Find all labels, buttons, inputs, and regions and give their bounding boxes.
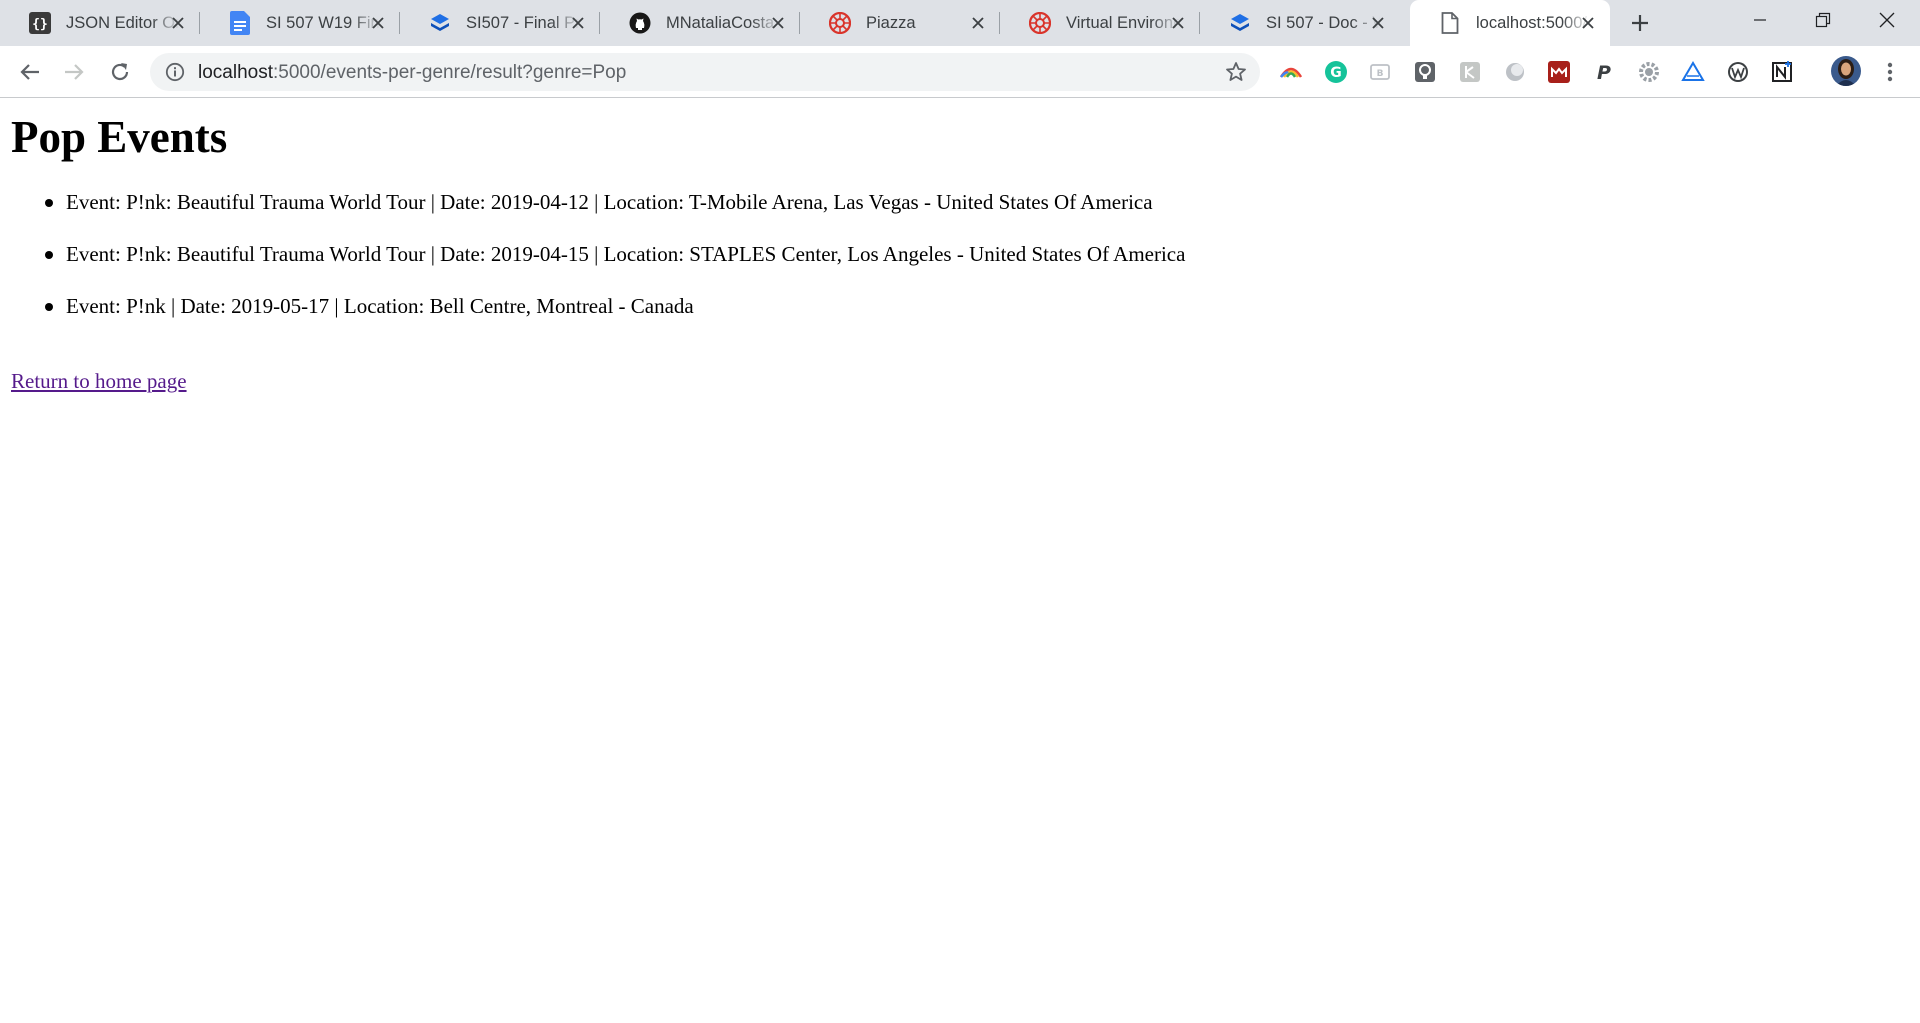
address-bar[interactable]: localhost:5000/events-per-genre/result?g… (150, 53, 1260, 91)
close-tab-icon[interactable] (1368, 13, 1388, 33)
event-text: Event: P!nk | Date: 2019-05-17 | Locatio… (66, 294, 694, 318)
close-tab-icon[interactable] (368, 13, 388, 33)
piazza-icon (1028, 11, 1052, 35)
url-host: localhost (198, 62, 273, 83)
tab-title: localhost:5000/events-per-genre (1476, 13, 1590, 32)
script-extension-icon[interactable] (1457, 59, 1483, 85)
wordpress-icon[interactable] (1725, 59, 1751, 85)
tab-si507-final-project[interactable]: SI507 - Final Project (400, 0, 600, 46)
list-item: Event: P!nk: Beautiful Trauma World Tour… (45, 242, 1186, 294)
profile-avatar[interactable] (1831, 56, 1861, 86)
tab-title: SI507 - Final Project (466, 13, 580, 32)
close-tab-icon[interactable] (1578, 13, 1598, 33)
page-title: Pop Events (11, 112, 228, 162)
list-item: Event: P!nk | Date: 2019-05-17 | Locatio… (45, 294, 1185, 346)
bookmark-star-icon[interactable] (1225, 61, 1247, 83)
return-home-link[interactable]: Return to home page (11, 369, 187, 394)
close-window-icon[interactable] (1857, 0, 1917, 40)
events-list: Event: P!nk: Beautiful Trauma World Tour… (45, 190, 1186, 346)
tab-title: MNataliaCosta (666, 13, 775, 32)
svg-text:B: B (1377, 69, 1384, 79)
kebab-menu-icon[interactable] (1877, 59, 1903, 85)
json-braces-icon: {} (28, 11, 52, 35)
list-bullet (45, 199, 53, 207)
browser-toolbar: localhost:5000/events-per-genre/result?g… (0, 46, 1920, 98)
list-bullet (45, 303, 53, 311)
tab-strip: {} JSON Editor Online SI 507 W19 Final P… (0, 0, 1920, 46)
restore-icon[interactable] (1793, 0, 1853, 40)
paypal-icon[interactable]: P (1591, 59, 1617, 85)
tab-piazza[interactable]: Piazza (800, 0, 1000, 46)
url-path: :5000/events-per-genre/result?genre=Pop (273, 62, 627, 83)
github-icon (628, 11, 652, 35)
dropbox-paper-icon (428, 11, 452, 35)
rainbow-arc-extension-icon[interactable] (1278, 59, 1304, 85)
list-item: Event: P!nk: Beautiful Trauma World Tour… (45, 190, 1185, 242)
triangle-extension-icon[interactable] (1680, 59, 1706, 85)
close-tab-icon[interactable] (568, 13, 588, 33)
close-tab-icon[interactable] (168, 13, 188, 33)
tab-json-editor[interactable]: {} JSON Editor Online (0, 0, 200, 46)
tab-localhost[interactable]: localhost:5000/events-per-genre (1410, 0, 1610, 46)
svg-text:P: P (1597, 62, 1611, 84)
lightbulb-extension-icon[interactable] (1412, 59, 1438, 85)
svg-text:G: G (1330, 65, 1342, 81)
tab-title: SI 507 W19 Final Project (266, 13, 380, 32)
gear-extension-icon[interactable] (1636, 59, 1662, 85)
new-tab-plus-icon[interactable] (1628, 11, 1652, 35)
tab-github[interactable]: MNataliaCosta (600, 0, 800, 46)
site-info-icon[interactable] (165, 62, 185, 82)
event-text: Event: P!nk: Beautiful Trauma World Tour… (66, 242, 1186, 266)
forward-arrow-icon[interactable] (61, 59, 87, 85)
tab-title: JSON Editor Online (66, 13, 180, 32)
google-docs-icon (228, 11, 252, 35)
reload-icon[interactable] (107, 59, 133, 85)
page-content: Pop Events Event: P!nk: Beautiful Trauma… (0, 99, 1920, 1023)
tab-google-doc[interactable]: SI 507 W19 Final Project (200, 0, 400, 46)
tab-title: SI 507 - Doc - Week (1266, 13, 1380, 32)
minimize-icon[interactable] (1730, 0, 1790, 40)
page-icon (1438, 11, 1462, 35)
event-text: Event: P!nk: Beautiful Trauma World Tour… (66, 190, 1153, 214)
tab-si507-doc[interactable]: SI 507 - Doc - Week (1200, 0, 1400, 46)
grammarly-icon[interactable]: G (1323, 59, 1349, 85)
mendeley-icon[interactable] (1546, 59, 1572, 85)
close-tab-icon[interactable] (1168, 13, 1188, 33)
tab-virtual-environments[interactable]: Virtual Environments (1000, 0, 1200, 46)
dropbox-paper-icon (1228, 11, 1252, 35)
tab-title: Piazza (866, 13, 916, 32)
close-tab-icon[interactable] (768, 13, 788, 33)
svg-text:{}: {} (32, 17, 48, 32)
notion-icon[interactable] (1769, 59, 1795, 85)
circle-extension-icon[interactable] (1502, 59, 1528, 85)
piazza-icon (828, 11, 852, 35)
close-tab-icon[interactable] (968, 13, 988, 33)
bookmark-extension-icon[interactable]: B (1367, 59, 1393, 85)
tab-title: Virtual Environments (1066, 13, 1180, 32)
list-bullet (45, 251, 53, 259)
url-text[interactable]: localhost:5000/events-per-genre/result?g… (198, 62, 626, 84)
back-arrow-icon[interactable] (17, 59, 43, 85)
